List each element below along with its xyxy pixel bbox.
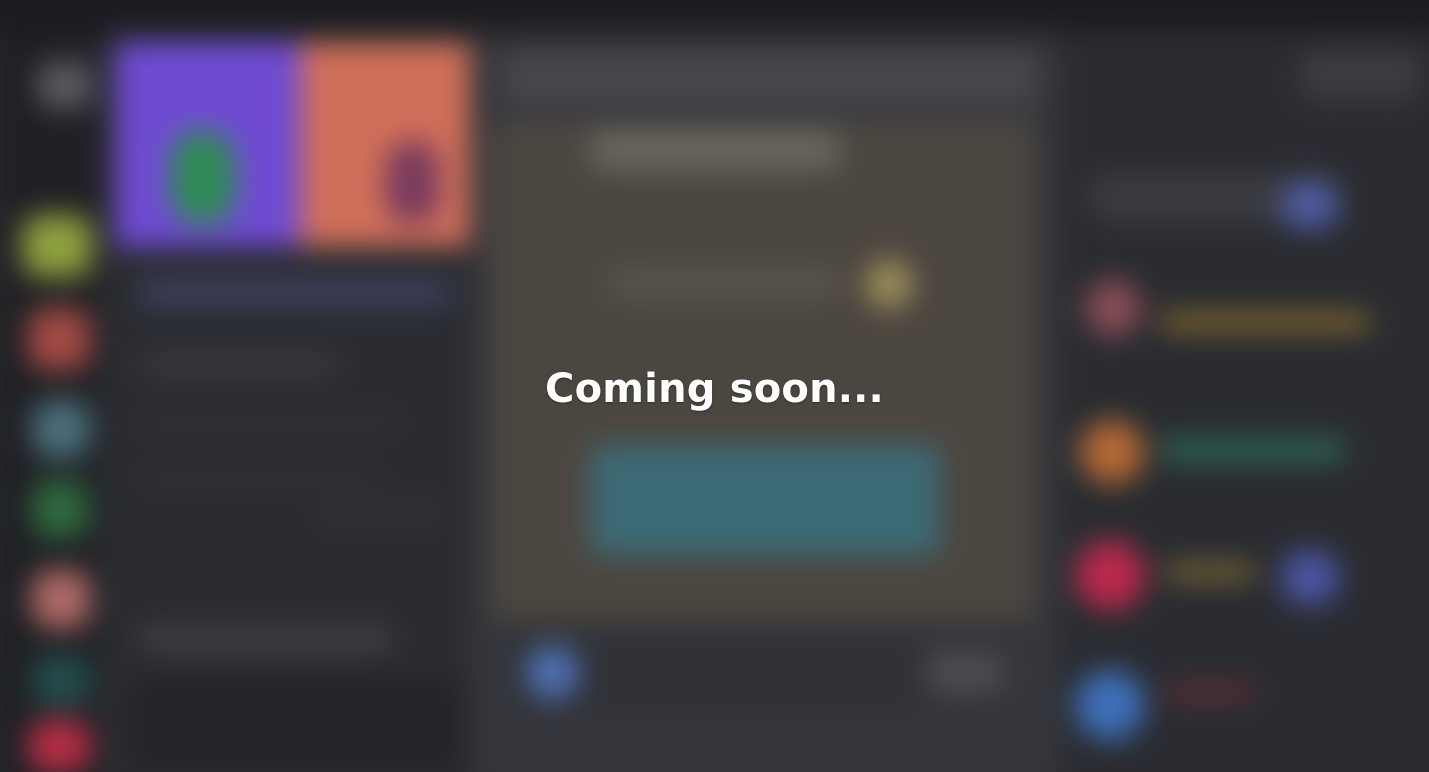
channel-row bbox=[140, 630, 390, 648]
member-avatar bbox=[1280, 550, 1340, 605]
member-panel bbox=[1060, 32, 1429, 772]
channel-row bbox=[140, 355, 340, 373]
embed-preview bbox=[590, 445, 940, 555]
member-avatar bbox=[1075, 540, 1145, 610]
app-window: Coming soon... bbox=[0, 0, 1429, 772]
member-name-bar bbox=[1160, 315, 1370, 329]
member-avatar bbox=[1085, 280, 1141, 336]
member-name-bar bbox=[1160, 442, 1345, 458]
server-icon bbox=[28, 720, 90, 772]
emoji-icon bbox=[865, 260, 913, 308]
server-icon bbox=[32, 400, 90, 458]
banner-figure bbox=[385, 140, 440, 225]
member-avatar bbox=[1280, 180, 1340, 230]
member-name-bar bbox=[1165, 565, 1255, 579]
avatar bbox=[525, 645, 580, 700]
top-bar bbox=[0, 0, 1429, 32]
message-line bbox=[590, 130, 840, 170]
server-icon bbox=[32, 570, 90, 628]
top-right-button bbox=[1300, 50, 1420, 100]
member-avatar bbox=[1075, 670, 1145, 740]
channel-header bbox=[140, 280, 450, 306]
server-icon bbox=[28, 308, 90, 370]
member-avatar bbox=[1080, 420, 1144, 484]
channel-row bbox=[320, 505, 440, 519]
server-icon bbox=[32, 655, 90, 707]
member-name-bar bbox=[1165, 685, 1255, 699]
user-panel bbox=[130, 680, 460, 770]
server-icon bbox=[22, 215, 92, 277]
server-icon bbox=[32, 480, 88, 538]
channel-row bbox=[140, 470, 380, 484]
coming-soon-text: Coming soon... bbox=[545, 366, 884, 412]
banner-figure bbox=[170, 130, 235, 225]
channel-row bbox=[140, 415, 400, 429]
home-icon bbox=[38, 62, 92, 108]
message-line bbox=[610, 270, 840, 296]
chat-header bbox=[500, 50, 1040, 106]
composer-button bbox=[925, 650, 1005, 695]
